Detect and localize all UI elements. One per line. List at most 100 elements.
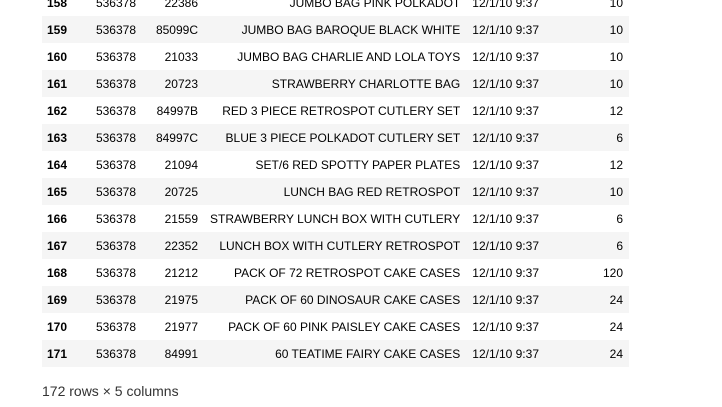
cell-description: STRAWBERRY LUNCH BOX WITH CUTLERY	[210, 211, 461, 226]
cell-stock-code: 21977	[164, 319, 198, 334]
cell-stock-code: 21212	[164, 265, 198, 280]
cell-quantity: 10	[609, 22, 623, 37]
cell-invoice: 536378	[95, 319, 136, 334]
cell-quantity: 24	[609, 319, 623, 334]
row-index: 171	[47, 346, 68, 361]
row-index: 163	[47, 130, 68, 145]
cell-invoice-date: 12/1/10 9:37	[472, 319, 539, 334]
dataframe-body: 158 536378 22386 JUMBO BAG PINK POLKADOT 12/…	[42, 0, 629, 367]
cell-invoice-date: 12/1/10 9:37	[472, 238, 539, 253]
cell-quantity: 6	[616, 238, 623, 253]
cell-stock-code: 21033	[164, 49, 198, 64]
cell-invoice-date: 12/1/10 9:37	[472, 184, 539, 199]
dataframe-shape-label: 172 rows × 5 columns	[42, 383, 179, 399]
table-row: 164 536378 21094 SET/6 RED SPOTTY PAPER PLA…	[42, 151, 629, 178]
cell-invoice: 536378	[95, 130, 136, 145]
cell-invoice-date: 12/1/10 9:37	[472, 103, 539, 118]
cell-invoice-date: 12/1/10 9:37	[472, 265, 539, 280]
cell-invoice-date: 12/1/10 9:37	[472, 292, 539, 307]
cell-invoice: 536378	[95, 22, 136, 37]
cell-stock-code: 84997C	[155, 130, 198, 145]
cell-invoice-date: 12/1/10 9:37	[472, 157, 539, 172]
cell-description: JUMBO BAG BAROQUE BLACK WHITE	[241, 22, 461, 37]
row-index: 165	[47, 184, 68, 199]
row-index: 169	[47, 292, 68, 307]
table-row: 162 536378 84997B RED 3 PIECE RETROSPOT CUT…	[42, 97, 629, 124]
cell-quantity: 6	[616, 130, 623, 145]
cell-description: SET/6 RED SPOTTY PAPER PLATES	[255, 157, 461, 172]
cell-invoice-date: 12/1/10 9:37	[472, 130, 539, 145]
cell-invoice: 536378	[95, 238, 136, 253]
cell-stock-code: 22386	[164, 0, 198, 10]
dataframe-table: 158 536378 22386 JUMBO BAG PINK POLKADOT 12/…	[42, 0, 629, 367]
cell-stock-code: 21559	[164, 211, 198, 226]
row-index: 161	[47, 76, 68, 91]
table-row: 163 536378 84997C BLUE 3 PIECE POLKADOT CUT…	[42, 124, 629, 151]
table-row: 171 536378 84991 60 TEATIME FAIRY CAKE CASE…	[42, 340, 629, 367]
cell-stock-code: 22352	[164, 238, 198, 253]
cell-quantity: 24	[609, 346, 623, 361]
cell-invoice: 536378	[95, 265, 136, 280]
cell-description: BLUE 3 PIECE POLKADOT CUTLERY SET	[225, 130, 461, 145]
table-row: 161 536378 20723 STRAWBERRY CHARLOTTE BAG 12…	[42, 70, 629, 97]
cell-description: PACK OF 60 DINOSAUR CAKE CASES	[245, 292, 461, 307]
cell-invoice-date: 12/1/10 9:37	[472, 22, 539, 37]
cell-stock-code: 20723	[164, 76, 198, 91]
row-index: 168	[47, 265, 68, 280]
cell-quantity: 12	[609, 103, 623, 118]
row-index: 166	[47, 211, 68, 226]
cell-invoice: 536378	[95, 0, 136, 10]
cell-stock-code: 21975	[164, 292, 198, 307]
cell-description: STRAWBERRY CHARLOTTE BAG	[271, 76, 461, 91]
cell-description: JUMBO BAG PINK POLKADOT	[289, 0, 461, 10]
dataframe-output: 158 536378 22386 JUMBO BAG PINK POLKADOT 12/…	[42, 0, 629, 367]
table-row: 169 536378 21975 PACK OF 60 DINOSAUR CAKE C…	[42, 286, 629, 313]
cell-invoice-date: 12/1/10 9:37	[472, 211, 539, 226]
table-row: 159 536378 85099C JUMBO BAG BAROQUE BLACK W…	[42, 16, 629, 43]
table-row: 158 536378 22386 JUMBO BAG PINK POLKADOT 12/…	[42, 0, 629, 16]
cell-invoice: 536378	[95, 103, 136, 118]
cell-stock-code: 84997B	[156, 103, 198, 118]
cell-invoice: 536378	[95, 346, 136, 361]
cell-invoice: 536378	[95, 211, 136, 226]
cell-quantity: 10	[609, 0, 623, 10]
cell-quantity: 10	[609, 76, 623, 91]
table-row: 160 536378 21033 JUMBO BAG CHARLIE AND LOLA…	[42, 43, 629, 70]
table-row: 167 536378 22352 LUNCH BOX WITH CUTLERY RET…	[42, 232, 629, 259]
cell-stock-code: 21094	[164, 157, 198, 172]
cell-invoice-date: 12/1/10 9:37	[472, 346, 539, 361]
row-index: 162	[47, 103, 68, 118]
cell-description: PACK OF 60 PINK PAISLEY CAKE CASES	[228, 319, 461, 334]
cell-description: JUMBO BAG CHARLIE AND LOLA TOYS	[237, 49, 461, 64]
cell-stock-code: 84991	[164, 346, 198, 361]
cell-description: LUNCH BOX WITH CUTLERY RETROSPOT	[219, 238, 461, 253]
cell-invoice-date: 12/1/10 9:37	[472, 49, 539, 64]
cell-quantity: 10	[609, 49, 623, 64]
table-row: 170 536378 21977 PACK OF 60 PINK PAISLEY CA…	[42, 313, 629, 340]
cell-quantity: 120	[602, 265, 623, 280]
cell-invoice: 536378	[95, 292, 136, 307]
cell-stock-code: 85099C	[155, 22, 198, 37]
cell-invoice: 536378	[95, 184, 136, 199]
cell-quantity: 24	[609, 292, 623, 307]
row-index: 160	[47, 49, 68, 64]
table-row: 166 536378 21559 STRAWBERRY LUNCH BOX WITH …	[42, 205, 629, 232]
cell-invoice-date: 12/1/10 9:37	[472, 76, 539, 91]
cell-quantity: 6	[616, 211, 623, 226]
cell-stock-code: 20725	[164, 184, 198, 199]
cell-description: RED 3 PIECE RETROSPOT CUTLERY SET	[222, 103, 461, 118]
cell-description: LUNCH BAG RED RETROSPOT	[283, 184, 461, 199]
cell-description: 60 TEATIME FAIRY CAKE CASES	[275, 346, 461, 361]
row-index: 170	[47, 319, 68, 334]
row-index: 159	[47, 22, 68, 37]
cell-quantity: 12	[609, 157, 623, 172]
row-index: 167	[47, 238, 68, 253]
table-row: 165 536378 20725 LUNCH BAG RED RETROSPOT 12/…	[42, 178, 629, 205]
cell-quantity: 10	[609, 184, 623, 199]
cell-invoice: 536378	[95, 76, 136, 91]
row-index: 158	[47, 0, 68, 10]
cell-invoice: 536378	[95, 157, 136, 172]
cell-description: PACK OF 72 RETROSPOT CAKE CASES	[233, 265, 461, 280]
row-index: 164	[47, 157, 68, 172]
cell-invoice-date: 12/1/10 9:37	[472, 0, 539, 10]
